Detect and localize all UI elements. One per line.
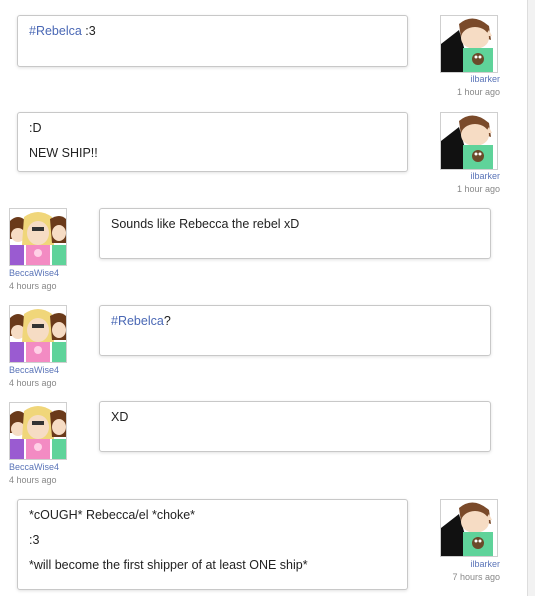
message-line: *will become the first shipper of at lea… (29, 558, 396, 573)
scrollbar[interactable] (527, 0, 535, 596)
message-item: *cOUGH* Rebecca/el *choke* :3 *will beco… (0, 0, 535, 596)
timestamp: 7 hours ago (452, 572, 500, 582)
message-bubble: *cOUGH* Rebecca/el *choke* :3 *will beco… (17, 499, 408, 590)
ilbarker-avatar-icon (441, 500, 497, 556)
avatar[interactable] (440, 499, 498, 557)
username-link[interactable]: ilbarker (470, 559, 500, 569)
message-line: :3 (29, 533, 396, 548)
message-thread: #Rebelca :3 ilbarker 1 hour ago:D NEW S… (0, 0, 535, 596)
message-text: *cOUGH* Rebecca/el *choke* (29, 508, 196, 522)
message-line: *cOUGH* Rebecca/el *choke* (29, 508, 396, 523)
message-text: :3 (29, 533, 40, 547)
message-text: *will become the first shipper of at lea… (29, 558, 308, 572)
